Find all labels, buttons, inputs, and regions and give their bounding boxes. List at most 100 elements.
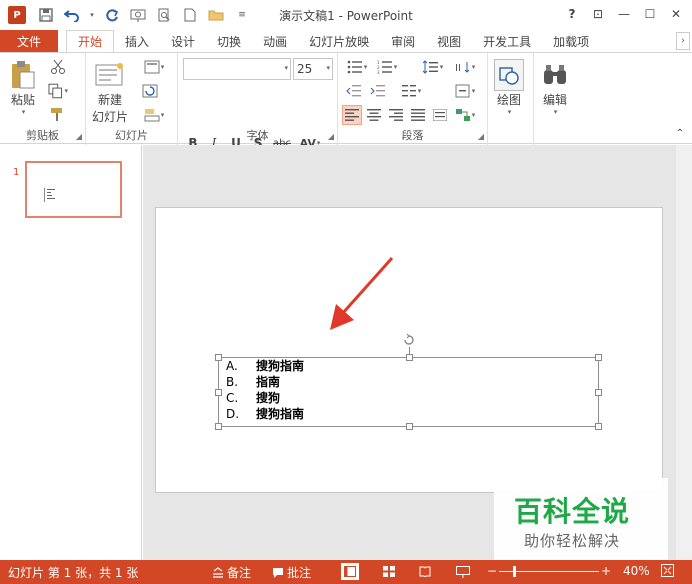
maximize-button[interactable]: ☐ — [638, 4, 662, 24]
justify-icon[interactable] — [408, 105, 428, 125]
watermark-main: 百科全说 — [514, 495, 631, 528]
tab-review[interactable]: 审阅 — [380, 30, 426, 52]
resize-handle-bottom[interactable] — [406, 423, 413, 430]
drawing-label: 绘图 — [496, 93, 521, 107]
minimize-button[interactable]: — — [612, 4, 636, 24]
font-launcher-icon[interactable]: ◢ — [328, 132, 334, 141]
comments-button[interactable]: 批注 — [272, 564, 311, 581]
list-item-letter: D. — [226, 407, 240, 421]
columns-icon[interactable]: ▾ — [398, 81, 424, 101]
paragraph-launcher-icon[interactable]: ◢ — [478, 132, 484, 141]
slide-count-text: 幻灯片 第 1 张，共 1 张 — [8, 566, 139, 580]
drawing-button[interactable]: 绘图 ▾ — [494, 59, 524, 116]
open-folder-icon[interactable] — [206, 5, 226, 25]
ribbon-scroll-right-button[interactable]: › — [676, 32, 690, 50]
align-left-icon[interactable] — [342, 105, 362, 125]
zoom-out-button[interactable]: − — [487, 564, 497, 578]
print-preview-icon[interactable] — [154, 5, 174, 25]
clipboard-launcher-icon[interactable]: ◢ — [76, 132, 82, 141]
tab-view[interactable]: 视图 — [426, 30, 472, 52]
close-button[interactable]: ✕ — [664, 4, 688, 24]
align-right-icon[interactable] — [386, 105, 406, 125]
slide-thumbnail[interactable] — [25, 161, 122, 218]
paste-button[interactable]: 粘贴 ▾ — [8, 59, 38, 116]
resize-handle-bottom-right[interactable] — [595, 423, 602, 430]
normal-view-button[interactable] — [341, 563, 359, 580]
text-direction-icon[interactable]: II ▾ — [452, 57, 478, 77]
zoom-slider-thumb[interactable] — [513, 566, 516, 577]
zoom-in-button[interactable]: + — [601, 564, 611, 578]
notes-button[interactable]: 备注 — [212, 564, 251, 581]
list-item-text: 指南 — [256, 375, 281, 389]
smartart-icon[interactable]: ▾ — [452, 105, 478, 125]
layout-icon[interactable]: ▾ — [140, 57, 168, 77]
resize-handle-top[interactable] — [406, 354, 413, 361]
tab-transitions[interactable]: 切换 — [206, 30, 252, 52]
tab-file[interactable]: 文件 — [0, 30, 58, 52]
customize-qat-icon[interactable]: ≡ — [232, 5, 252, 25]
new-file-icon[interactable] — [180, 5, 200, 25]
slideshow-button[interactable] — [454, 563, 472, 580]
font-name-combo[interactable]: ▾ — [183, 58, 291, 80]
decrease-indent-icon[interactable] — [344, 81, 364, 101]
increase-indent-icon[interactable] — [368, 81, 388, 101]
tab-slideshow[interactable]: 幻灯片放映 — [298, 30, 380, 52]
list-item[interactable]: A. 搜狗指南 — [226, 358, 304, 374]
from-beginning-icon[interactable] — [128, 5, 148, 25]
tab-addins[interactable]: 加载项 — [542, 30, 600, 52]
tab-design[interactable]: 设计 — [160, 30, 206, 52]
quick-access-toolbar: ▾ ≡ — [36, 5, 252, 25]
resize-handle-right[interactable] — [595, 389, 602, 396]
numbering-icon[interactable]: 1 2 3 ▾ — [374, 57, 400, 77]
slides-group-label: 幻灯片 — [115, 129, 148, 142]
tab-animations[interactable]: 动画 — [252, 30, 298, 52]
tab-insert[interactable]: 插入 — [114, 30, 160, 52]
vertical-scrollbar[interactable] — [676, 145, 692, 560]
rotate-handle-icon[interactable] — [402, 333, 416, 347]
redo-icon[interactable] — [102, 5, 122, 25]
undo-icon[interactable] — [62, 5, 82, 25]
line-spacing-icon[interactable]: ▾ — [420, 57, 446, 77]
binoculars-icon — [540, 59, 570, 91]
list-item-text: 搜狗指南 — [256, 407, 305, 421]
resize-handle-left[interactable] — [215, 389, 222, 396]
copy-icon[interactable]: ▾ — [48, 81, 68, 101]
section-icon[interactable]: ▾ — [140, 105, 168, 125]
editing-group: 编辑 ▾ — [534, 53, 580, 145]
font-size-dropdown-icon[interactable]: ▾ — [326, 64, 330, 72]
save-icon[interactable] — [36, 5, 56, 25]
tab-developer[interactable]: 开发工具 — [472, 30, 542, 52]
reading-view-icon — [419, 566, 431, 577]
collapse-ribbon-icon[interactable]: ⌃ — [670, 123, 690, 143]
new-slide-button[interactable]: 新建 幻灯片 — [92, 59, 128, 125]
help-button[interactable]: ? — [560, 4, 584, 24]
distributed-icon[interactable] — [430, 105, 450, 125]
cut-icon[interactable] — [48, 57, 68, 77]
list-item[interactable]: D. 搜狗指南 — [226, 406, 304, 422]
resize-handle-bottom-left[interactable] — [215, 423, 222, 430]
font-size-combo[interactable]: 25 ▾ — [293, 58, 333, 80]
text-placeholder[interactable]: A. 搜狗指南 B. 指南 C. 搜狗 D. 搜狗指南 — [215, 333, 602, 430]
slide-sorter-button[interactable] — [380, 563, 398, 580]
resize-handle-top-right[interactable] — [595, 354, 602, 361]
resize-handle-top-left[interactable] — [215, 354, 222, 361]
editing-button[interactable]: 编辑 ▾ — [540, 59, 570, 116]
align-text-icon[interactable]: ▾ — [452, 81, 478, 101]
svg-text:II: II — [455, 63, 461, 74]
reading-view-button[interactable] — [416, 563, 434, 580]
tab-home[interactable]: 开始 — [66, 30, 115, 52]
slide-canvas[interactable]: A. 搜狗指南 B. 指南 C. 搜狗 D. 搜狗指南 — [155, 207, 663, 493]
bullets-icon[interactable]: ▾ — [344, 57, 370, 77]
align-center-icon[interactable] — [364, 105, 384, 125]
fit-slide-button[interactable] — [661, 564, 674, 577]
list-item[interactable]: C. 搜狗 — [226, 390, 304, 406]
new-slide-label-line1: 新建 — [98, 93, 123, 107]
format-painter-icon[interactable] — [48, 105, 68, 125]
font-name-dropdown-icon[interactable]: ▾ — [284, 64, 288, 72]
reset-icon[interactable] — [140, 81, 160, 101]
ribbon-display-options-button[interactable]: ⊡ — [586, 4, 610, 24]
zoom-level[interactable]: 40% — [623, 564, 650, 578]
powerpoint-app-icon[interactable]: P — [8, 6, 26, 24]
undo-dropdown-icon[interactable]: ▾ — [88, 5, 96, 25]
list-item[interactable]: B. 指南 — [226, 374, 304, 390]
